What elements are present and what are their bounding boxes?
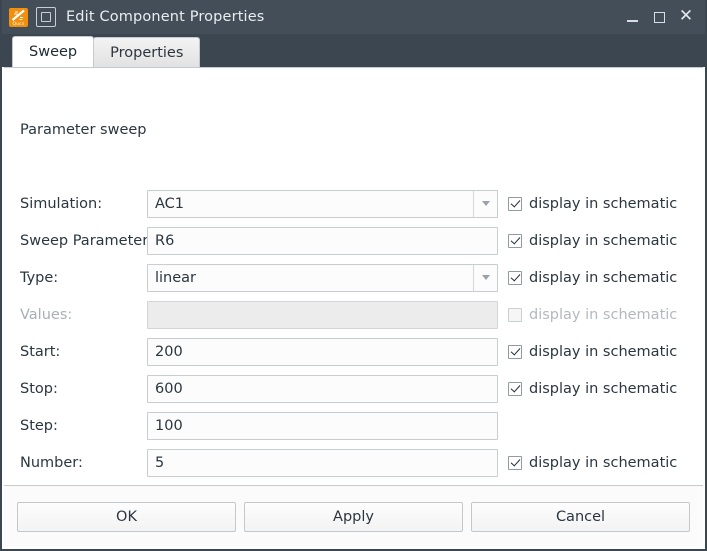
cancel-button-label: Cancel: [555, 508, 606, 525]
label-values: Values:: [20, 306, 73, 323]
checkbox-stop[interactable]: [508, 381, 522, 396]
start-input[interactable]: 200: [147, 337, 498, 366]
checkbox-values: [508, 307, 522, 322]
display-in-schematic-values: display in schematic: [508, 307, 677, 323]
close-icon: ✕: [678, 5, 694, 26]
checkbox-label-number: display in schematic: [529, 454, 678, 471]
checkbox-label-stop: display in schematic: [529, 380, 678, 397]
minimize-icon: [626, 19, 638, 22]
tab-sweep[interactable]: Sweep: [12, 36, 95, 67]
checkbox-label-simulation: display in schematic: [529, 195, 678, 212]
maximize-icon: [653, 11, 665, 23]
label-type: Type:: [20, 269, 59, 286]
step-input[interactable]: 100: [147, 411, 498, 440]
checkbox-label-type: display in schematic: [529, 269, 678, 286]
sweep-parameter-value: R6: [155, 232, 175, 249]
checkbox-label-values: display in schematic: [529, 306, 678, 323]
chevron-down-icon[interactable]: [473, 190, 497, 217]
display-in-schematic-sweep-parameter[interactable]: display in schematic: [508, 233, 677, 249]
type-combobox[interactable]: linear: [147, 263, 498, 292]
ok-button-label: OK: [116, 508, 137, 525]
simulation-combobox[interactable]: AC1: [147, 189, 498, 218]
stop-value: 600: [155, 380, 183, 397]
row-step: Step: 100: [4, 407, 703, 444]
label-start: Start:: [20, 343, 61, 360]
window-title: Edit Component Properties: [66, 9, 265, 25]
display-in-schematic-start[interactable]: display in schematic: [508, 344, 677, 360]
minimize-button[interactable]: [619, 4, 645, 30]
cancel-button[interactable]: Cancel: [471, 501, 690, 532]
checkbox-type[interactable]: [508, 270, 522, 285]
checkbox-number[interactable]: [508, 455, 522, 470]
row-stop: Stop: 600 display in schematic: [4, 370, 703, 407]
close-button[interactable]: ✕: [673, 4, 699, 30]
qucs-logo-icon: Qucs: [9, 7, 28, 27]
checkbox-sweep-parameter[interactable]: [508, 233, 522, 248]
display-in-schematic-simulation[interactable]: display in schematic: [508, 196, 677, 212]
row-start: Start: 200 display in schematic: [4, 333, 703, 370]
stop-input[interactable]: 600: [147, 374, 498, 403]
row-sweep-parameter: Sweep Parameter: R6 display in schematic: [4, 222, 703, 259]
number-value: 5: [155, 454, 165, 471]
row-type: Type: linear display in schematic: [4, 259, 703, 296]
number-input[interactable]: 5: [147, 448, 498, 477]
apply-button-label: Apply: [333, 508, 374, 525]
sweep-parameter-input[interactable]: R6: [147, 226, 498, 255]
document-icon: [36, 7, 56, 27]
start-value: 200: [155, 343, 183, 360]
step-value: 100: [155, 417, 183, 434]
sweep-form: Simulation: AC1 display in schematic Swe…: [4, 185, 703, 481]
label-sweep-parameter: Sweep Parameter:: [20, 232, 153, 249]
maximize-button[interactable]: [646, 4, 672, 30]
values-input: [147, 300, 498, 329]
chevron-down-icon[interactable]: [473, 264, 497, 291]
checkbox-simulation[interactable]: [508, 196, 522, 211]
qucs-slash-glyph: [11, 9, 25, 21]
label-step: Step:: [20, 417, 58, 434]
display-in-schematic-type[interactable]: display in schematic: [508, 270, 677, 286]
row-values: Values: display in schematic: [4, 296, 703, 333]
tab-properties-label: Properties: [110, 44, 184, 61]
tab-properties[interactable]: Properties: [93, 37, 201, 67]
edit-component-properties-window: Qucs Edit Component Properties ✕ Sweep P…: [0, 0, 707, 551]
checkbox-label-sweep-parameter: display in schematic: [529, 232, 678, 249]
tab-sweep-label: Sweep: [29, 44, 78, 60]
qucs-brand-text: Qucs: [12, 21, 25, 27]
display-in-schematic-stop[interactable]: display in schematic: [508, 381, 677, 397]
dialog-button-bar: OK Apply Cancel: [4, 485, 703, 547]
display-in-schematic-number[interactable]: display in schematic: [508, 455, 677, 471]
simulation-value: AC1: [155, 195, 185, 212]
row-simulation: Simulation: AC1 display in schematic: [4, 185, 703, 222]
window-controls: ✕: [619, 4, 699, 30]
checkbox-start[interactable]: [508, 344, 522, 359]
row-number: Number: 5 display in schematic: [4, 444, 703, 481]
checkbox-label-start: display in schematic: [529, 343, 678, 360]
titlebar: Qucs Edit Component Properties ✕: [2, 0, 705, 34]
ok-button[interactable]: OK: [17, 501, 236, 532]
label-simulation: Simulation:: [20, 195, 103, 212]
sweep-panel: Parameter sweep Simulation: AC1 display …: [4, 67, 703, 485]
label-stop: Stop:: [20, 380, 58, 397]
apply-button[interactable]: Apply: [244, 501, 463, 532]
type-value: linear: [155, 269, 197, 286]
section-title: Parameter sweep: [20, 122, 147, 138]
tab-bar: Sweep Properties: [2, 34, 705, 67]
label-number: Number:: [20, 454, 83, 471]
